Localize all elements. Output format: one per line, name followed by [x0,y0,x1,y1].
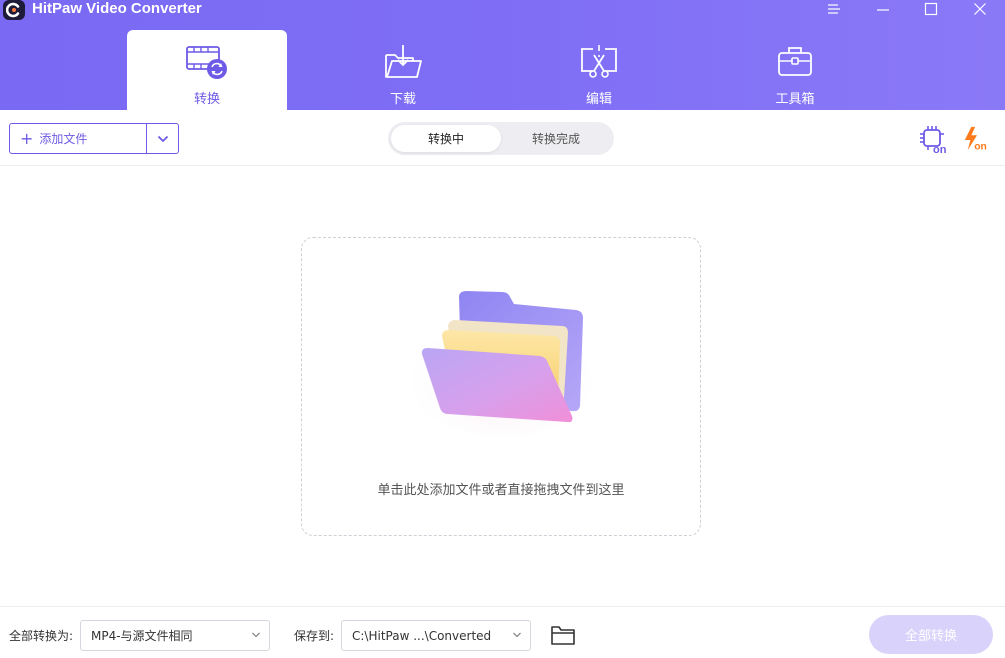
app-logo [3,0,25,20]
close-icon [974,3,986,15]
save-path-value: C:\HitPaw ...\Converted [352,628,492,643]
film-convert-icon [185,42,229,82]
output-format-select[interactable]: MP4-与源文件相同 [80,620,270,651]
folder-illustration [402,291,602,438]
convert-all-to-label: 全部转换为: [9,629,74,643]
convert-all-button[interactable]: 全部转换 [869,615,993,654]
plus-icon: + [20,128,34,148]
fast-conversion-button[interactable]: on [962,124,992,154]
chevron-down-icon [157,135,168,142]
tab-toolbox[interactable]: 工具箱 [715,30,875,110]
toolbox-icon [773,42,817,82]
tab-converting[interactable]: 转换中 [391,125,501,152]
download-folder-icon [381,42,425,82]
scissors-edit-icon [577,42,621,82]
tab-convert-label: 转换 [193,92,220,107]
tab-toolbox-label: 工具箱 [775,92,815,107]
status-segmented-control: 转换中 转换完成 [388,122,614,155]
output-format-value: MP4-与源文件相同 [91,629,193,643]
chevron-down-icon [252,632,260,638]
tab-completed[interactable]: 转换完成 [501,125,611,152]
tab-edit-label: 编辑 [585,92,612,107]
minimize-icon [877,9,889,11]
header-bar: HitPaw Video Converter 转换 下载 编辑 工具箱 [0,0,1005,110]
app-title: HitPaw Video Converter [32,0,202,17]
title-bar: HitPaw Video Converter [0,0,1005,22]
toolbar: + 添加文件 转换中 转换完成 on on [0,110,1005,166]
minimize-button[interactable] [868,0,898,18]
tab-convert[interactable]: 转换 [127,30,287,110]
chevron-down-icon [513,632,521,638]
menu-button[interactable] [819,0,849,18]
bottom-bar: 全部转换为: MP4-与源文件相同 保存到: C:\HitPaw ...\Con… [0,606,1005,658]
add-file-label: 添加文件 [39,132,88,146]
save-path-select[interactable]: C:\HitPaw ...\Converted [341,620,531,651]
menu-icon [828,4,840,14]
maximize-icon [924,2,938,16]
hardware-acceleration-button[interactable]: on [918,124,948,154]
add-file-button[interactable]: + 添加文件 [10,124,146,153]
lightning-on-icon: on [964,126,987,152]
folder-icon [551,626,575,645]
gpu-chip-on-icon: on [920,126,947,154]
add-file-control: + 添加文件 [9,123,179,154]
tab-edit[interactable]: 编辑 [519,30,679,110]
add-file-dropdown-button[interactable] [146,124,178,153]
open-folder-button[interactable] [550,624,576,646]
close-button[interactable] [965,0,995,18]
maximize-button[interactable] [916,0,946,18]
tab-download-label: 下载 [389,92,416,107]
drop-hint-text: 单击此处添加文件或者直接拖拽文件到这里 [377,483,625,498]
save-to-label: 保存到: [294,629,335,643]
svg-text:on: on [933,144,947,154]
svg-text:on: on [974,141,987,152]
file-drop-zone[interactable]: 单击此处添加文件或者直接拖拽文件到这里 [301,237,701,536]
tab-download[interactable]: 下载 [323,30,483,110]
